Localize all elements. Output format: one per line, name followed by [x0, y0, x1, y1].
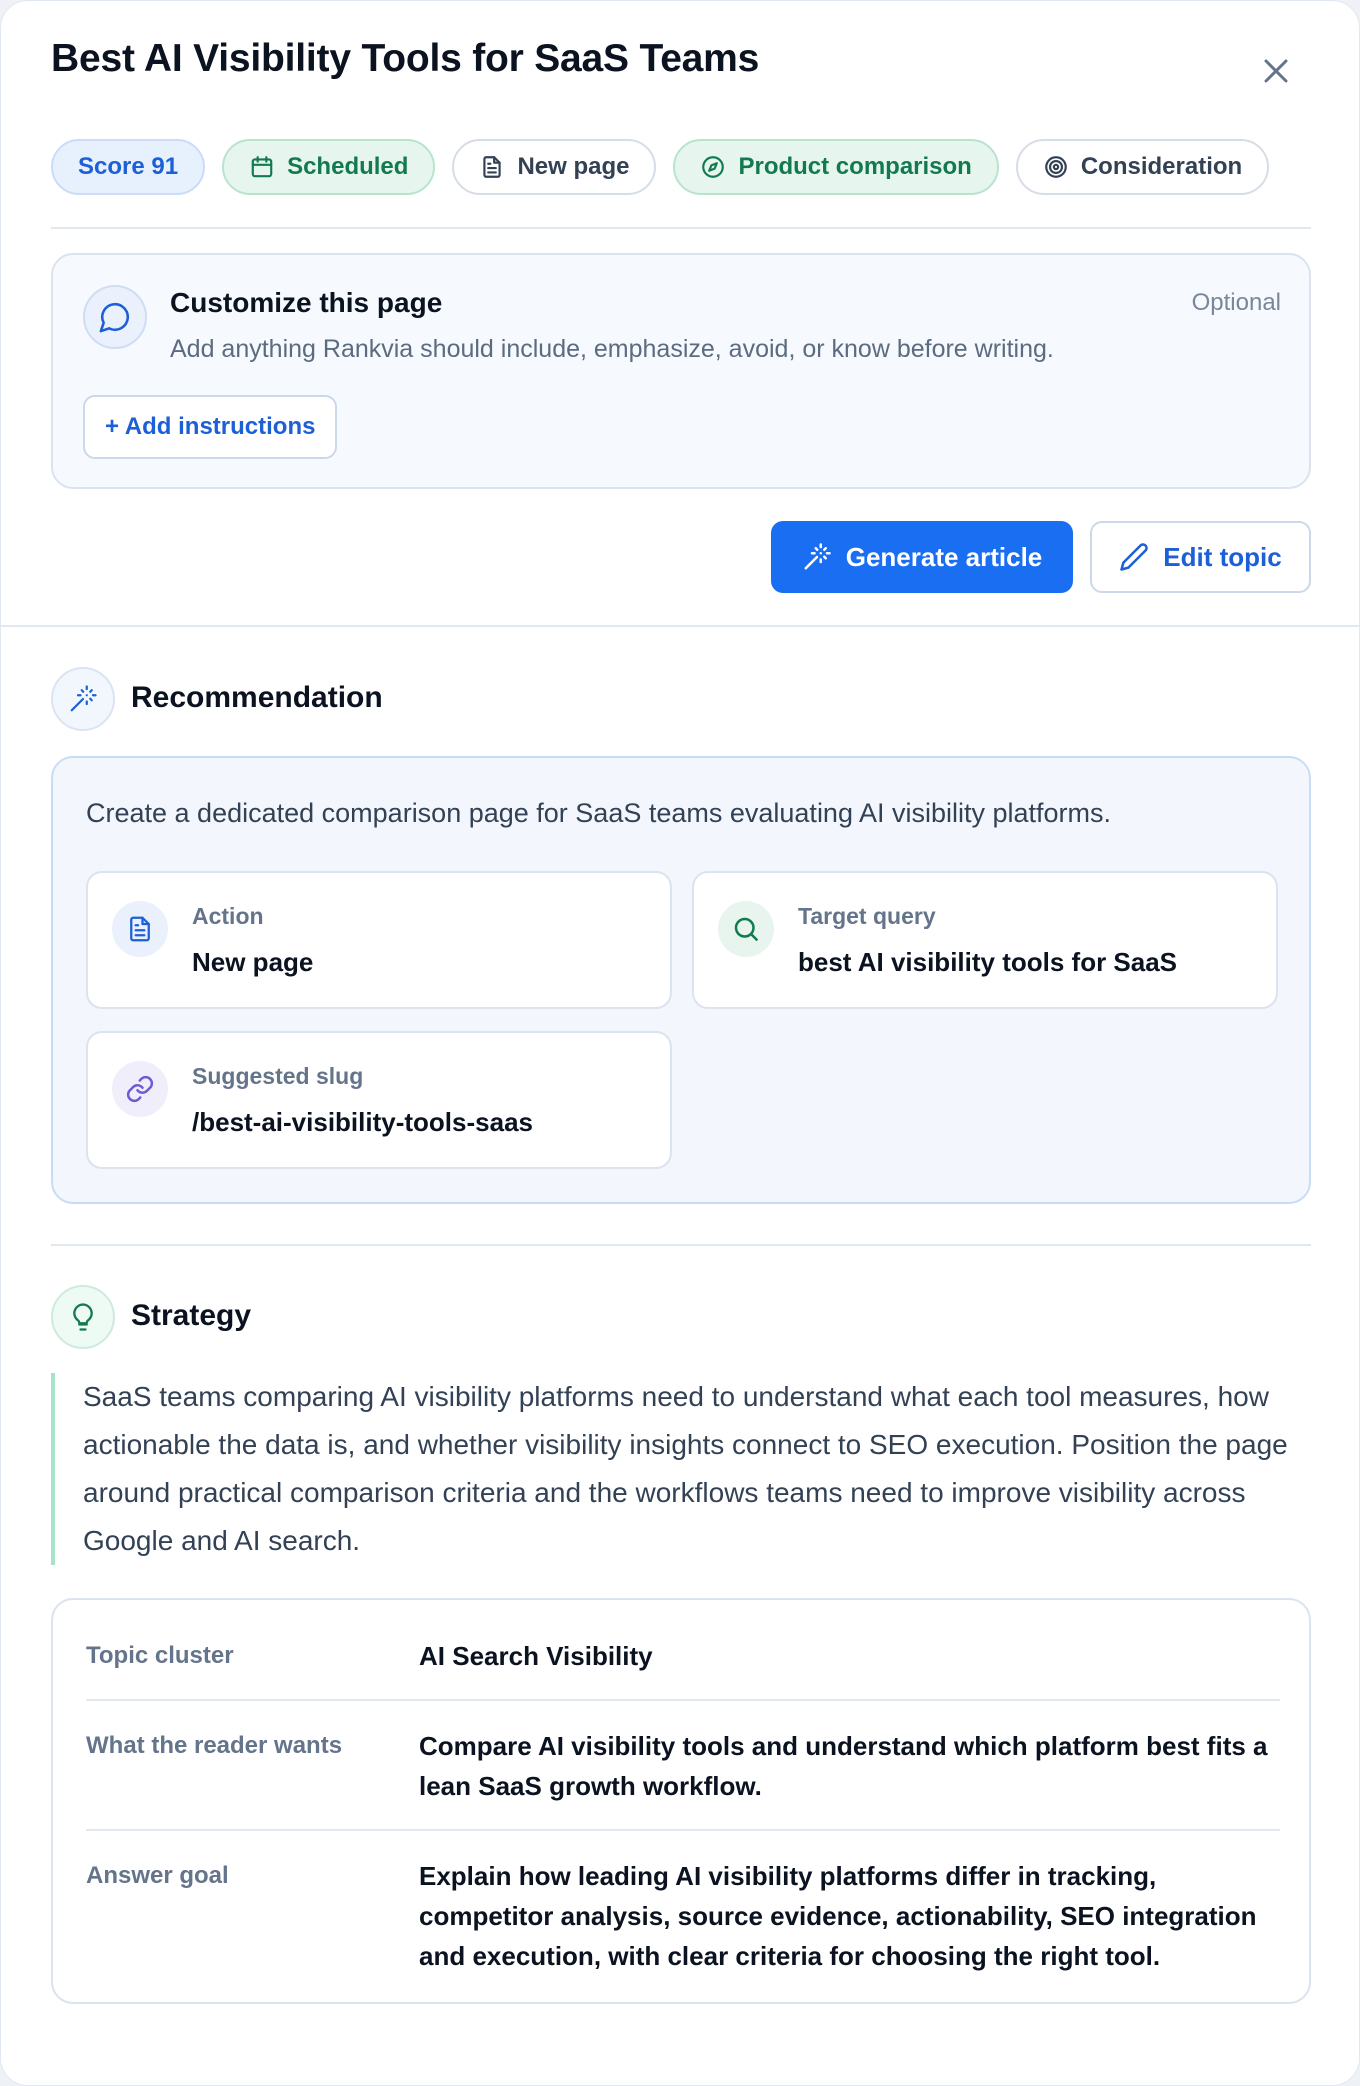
fact-value: Explain how leading AI visibility platfo…	[419, 1861, 1257, 1971]
row-divider	[86, 1699, 1280, 1701]
divider	[1, 625, 1359, 627]
divider	[51, 227, 1311, 229]
topic-chips: Score 91 Scheduled New page Product comp…	[51, 139, 1270, 195]
fact-key: Answer goal	[86, 1862, 229, 1889]
recommendation-card: Create a dedicated comparison page for S…	[51, 756, 1311, 1204]
fact-key: Topic cluster	[86, 1642, 234, 1669]
optional-label: Optional	[1191, 289, 1281, 316]
lightbulb-icon	[51, 1285, 115, 1349]
calendar-icon	[251, 156, 273, 178]
pencil-icon	[1120, 543, 1149, 571]
add-instructions-button[interactable]: + Add instructions	[83, 395, 338, 459]
action-tile: Action New page	[86, 871, 672, 1009]
magic-wand-icon	[804, 543, 831, 570]
divider	[51, 1244, 1311, 1246]
fact-value: Compare AI visibility tools and understa…	[419, 1731, 1268, 1801]
strategy-text: SaaS teams comparing AI visibility platf…	[51, 1373, 1311, 1565]
slug-tile: Suggested slug /best-ai-visibility-tools…	[86, 1031, 672, 1169]
generate-article-label: Generate article	[845, 541, 1043, 572]
fact-value: AI Search Visibility	[419, 1641, 653, 1671]
magic-wand-icon	[51, 667, 115, 731]
chip-label: Consideration	[1080, 153, 1243, 180]
slug-value: /best-ai-visibility-tools-saas	[192, 1107, 533, 1137]
action-value: New page	[192, 947, 314, 977]
edit-topic-label: Edit topic	[1163, 541, 1282, 572]
score-badge: Score 91	[51, 139, 206, 195]
page-title: Best AI Visibility Tools for SaaS Teams	[51, 37, 760, 80]
recommendation-summary: Create a dedicated comparison page for S…	[86, 798, 1112, 828]
search-icon	[718, 901, 774, 957]
row-divider	[86, 1829, 1280, 1831]
customize-card: Customize this page Add anything Rankvia…	[51, 253, 1311, 489]
page-type-badge: New page	[452, 139, 657, 195]
action-label: Action	[192, 903, 264, 929]
document-icon	[483, 156, 502, 178]
recommendation-heading: Recommendation	[131, 681, 383, 714]
chip-label: Score 91	[78, 153, 179, 180]
strategy-heading: Strategy	[131, 1299, 252, 1332]
target-query-label: Target query	[798, 903, 936, 929]
close-button[interactable]	[1256, 51, 1296, 91]
close-icon	[1264, 59, 1288, 83]
chat-bubble-icon	[83, 285, 147, 349]
slug-label: Suggested slug	[192, 1063, 364, 1089]
chip-label: Product comparison	[738, 153, 972, 180]
link-icon	[112, 1061, 168, 1117]
fact-key: What the reader wants	[86, 1732, 343, 1759]
chip-label: New page	[517, 153, 630, 180]
strategy-facts-table: Topic cluster AI Search Visibility What …	[51, 1598, 1311, 2004]
target-query-value: best AI visibility tools for SaaS	[798, 947, 1178, 977]
intent-badge: Product comparison	[673, 139, 999, 195]
document-icon	[112, 901, 168, 957]
status-badge: Scheduled	[222, 139, 436, 195]
target-icon	[1045, 156, 1067, 178]
customize-title: Customize this page	[170, 287, 443, 318]
customize-description: Add anything Rankvia should include, emp…	[170, 335, 1054, 363]
chip-label: Scheduled	[287, 153, 409, 180]
topic-detail-panel: Best AI Visibility Tools for SaaS Teams …	[0, 0, 1360, 2086]
generate-article-button[interactable]: Generate article	[771, 521, 1073, 593]
compass-icon	[702, 156, 725, 178]
target-query-tile: Target query best AI visibility tools fo…	[692, 871, 1278, 1009]
edit-topic-button[interactable]: Edit topic	[1090, 521, 1311, 593]
funnel-stage-badge: Consideration	[1015, 139, 1270, 195]
